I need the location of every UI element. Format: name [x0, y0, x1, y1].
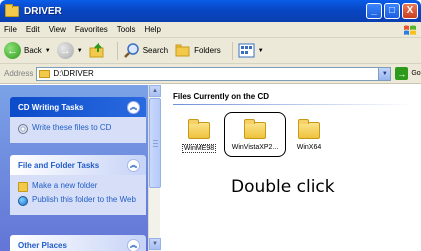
panel-body: Write these files to CD	[10, 117, 146, 143]
make-new-folder-link[interactable]: Make a new folder	[18, 181, 140, 192]
address-label: Address	[4, 69, 34, 78]
back-arrow-icon: ←	[4, 42, 21, 59]
publish-folder-link[interactable]: Publish this folder to the Web	[18, 195, 140, 206]
folder-icon	[188, 119, 210, 139]
minimize-button[interactable]: _	[366, 3, 382, 19]
folder-name: WinX64	[296, 144, 322, 151]
search-button[interactable]: Search	[123, 42, 168, 59]
toolbar-divider	[231, 41, 233, 60]
window-title: DRIVER	[24, 5, 62, 17]
instruction-caption: Double click	[231, 177, 335, 197]
views-icon	[238, 43, 255, 58]
cd-icon	[18, 124, 28, 134]
views-button[interactable]: ▼	[238, 43, 264, 58]
cd-writing-tasks-header[interactable]: CD Writing Tasks ︽	[10, 97, 146, 117]
windows-logo-icon	[404, 25, 416, 35]
collapse-chevron-icon[interactable]: ︽	[127, 238, 140, 251]
go-button[interactable]: → Go	[395, 67, 421, 80]
file-folder-tasks-panel: File and Folder Tasks ︽ Make a new folde…	[10, 155, 146, 215]
address-field[interactable]: D:\DRIVER ▼	[36, 66, 392, 81]
new-folder-icon	[18, 182, 28, 192]
vertical-scrollbar[interactable]: ▲ ▼	[148, 85, 161, 251]
task-label: Publish this folder to the Web	[32, 195, 136, 204]
menu-help[interactable]: Help	[144, 25, 160, 34]
collapse-chevron-icon[interactable]: ︽	[127, 158, 140, 172]
globe-icon	[18, 196, 28, 206]
window-controls: _ □ X	[366, 3, 418, 19]
scroll-down-button[interactable]: ▼	[149, 238, 161, 250]
task-label: Write these files to CD	[32, 123, 112, 132]
menu-file[interactable]: File	[4, 25, 17, 34]
folder-content: Files Currently on the CD WinME98 WinVis…	[161, 85, 421, 251]
highlight-callout-box	[224, 112, 286, 157]
folder-name: WinME98	[181, 144, 217, 153]
panel-body: Make a new folder Publish this folder to…	[10, 175, 146, 215]
write-files-to-cd-link[interactable]: Write these files to CD	[18, 123, 140, 134]
panel-title: Other Places	[18, 240, 67, 250]
address-value: D:\DRIVER	[53, 69, 94, 78]
task-pane: CD Writing Tasks ︽ Write these files to …	[0, 85, 148, 251]
maximize-button[interactable]: □	[384, 3, 400, 19]
address-bar: Address D:\DRIVER ▼ → Go	[0, 64, 421, 84]
scroll-thumb[interactable]	[149, 98, 161, 188]
file-folder-tasks-header[interactable]: File and Folder Tasks ︽	[10, 155, 146, 175]
folders-button[interactable]: Folders	[174, 42, 221, 59]
go-label: Go	[411, 70, 421, 77]
up-folder-button[interactable]	[89, 42, 106, 59]
search-label: Search	[142, 46, 169, 55]
collapse-chevron-icon[interactable]: ︽	[127, 100, 140, 114]
folders-label: Folders	[194, 46, 221, 55]
task-label: Make a new folder	[32, 181, 98, 190]
section-title: Files Currently on the CD	[173, 92, 270, 101]
panel-title: File and Folder Tasks	[18, 160, 100, 170]
cd-writing-tasks-panel: CD Writing Tasks ︽ Write these files to …	[10, 97, 146, 143]
forward-button[interactable]: → ▼	[56, 42, 83, 59]
up-folder-icon	[89, 42, 104, 58]
other-places-header[interactable]: Other Places ︽	[10, 235, 146, 251]
chevron-down-icon[interactable]: ▼	[45, 48, 51, 54]
title-bar: DRIVER _ □ X	[0, 0, 421, 22]
go-arrow-icon: →	[395, 67, 409, 80]
menu-edit[interactable]: Edit	[26, 25, 40, 34]
close-button[interactable]: X	[402, 3, 418, 19]
folders-icon	[175, 44, 190, 57]
chevron-down-icon[interactable]: ▼	[77, 48, 83, 54]
folder-icon	[298, 119, 320, 139]
folder-item-winx64[interactable]: WinX64	[281, 118, 337, 151]
chevron-down-icon[interactable]: ▼	[378, 67, 391, 80]
search-icon	[123, 43, 139, 58]
folder-icon	[5, 3, 19, 17]
forward-arrow-icon: →	[56, 42, 74, 59]
menu-tools[interactable]: Tools	[117, 25, 136, 34]
menu-bar: File Edit View Favorites Tools Help	[0, 22, 421, 38]
panel-title: CD Writing Tasks	[18, 102, 84, 112]
chevron-down-icon[interactable]: ▼	[258, 48, 264, 54]
menu-favorites[interactable]: Favorites	[75, 25, 108, 34]
toolbar-divider	[116, 41, 118, 60]
folder-item-winme98[interactable]: WinME98	[171, 118, 227, 153]
back-button[interactable]: ← Back ▼	[4, 42, 51, 59]
menu-view[interactable]: View	[49, 25, 66, 34]
section-divider	[173, 104, 413, 105]
toolbar: ← Back ▼ → ▼ Search Folders ▼	[0, 38, 421, 64]
scroll-up-button[interactable]: ▲	[149, 85, 161, 97]
folder-icon	[39, 69, 51, 78]
back-label: Back	[24, 46, 42, 55]
other-places-panel: Other Places ︽	[10, 235, 146, 251]
